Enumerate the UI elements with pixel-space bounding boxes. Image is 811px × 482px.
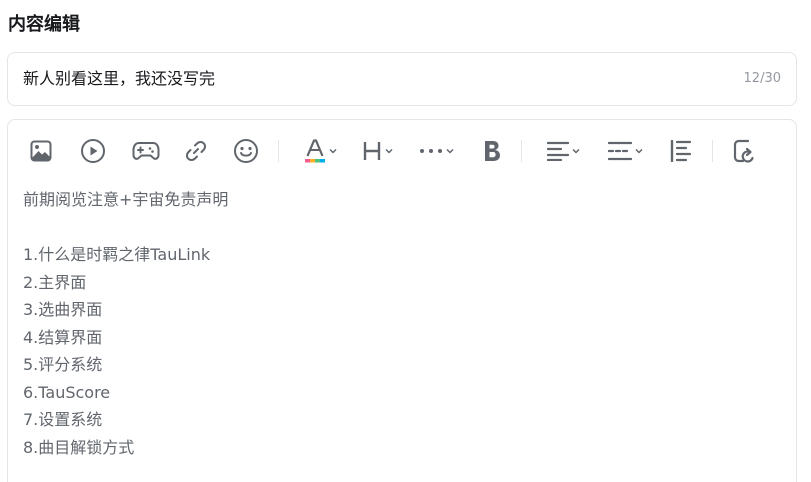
video-icon bbox=[81, 139, 105, 163]
indent-icon bbox=[670, 140, 692, 162]
more-format-button[interactable] bbox=[417, 134, 457, 168]
align-button[interactable] bbox=[544, 134, 584, 168]
indent-button[interactable] bbox=[668, 134, 694, 168]
chevron-down-icon bbox=[572, 148, 580, 154]
content-line: 1.什么是时羁之律TauLink bbox=[23, 245, 211, 264]
editor-toolbar bbox=[26, 134, 786, 168]
toolbar-divider bbox=[278, 140, 279, 162]
chevron-down-icon bbox=[635, 148, 643, 154]
link-icon bbox=[185, 140, 207, 162]
title-char-counter: 12/30 bbox=[743, 71, 781, 86]
chevron-down-icon bbox=[329, 148, 337, 154]
content-line: 2.主界面 bbox=[23, 272, 87, 292]
text-color-icon bbox=[305, 139, 325, 163]
title-field[interactable]: 12/30 bbox=[7, 52, 797, 106]
text-color-button[interactable] bbox=[303, 134, 339, 168]
chevron-down-icon bbox=[385, 148, 393, 154]
title-input[interactable] bbox=[23, 53, 713, 105]
content-heading-line: 前期阅览注意+宇宙免责声明 bbox=[23, 190, 229, 209]
insert-game-button[interactable] bbox=[130, 134, 162, 168]
insert-image-button[interactable] bbox=[26, 134, 56, 168]
insert-emoji-button[interactable] bbox=[232, 134, 260, 168]
undo-button[interactable] bbox=[731, 134, 757, 168]
insert-link-button[interactable] bbox=[182, 134, 210, 168]
toolbar-divider bbox=[712, 140, 713, 162]
line-spacing-button[interactable] bbox=[606, 134, 646, 168]
heading-icon bbox=[363, 142, 381, 160]
undo-icon bbox=[733, 139, 754, 163]
content-line: 7.设置系统 bbox=[23, 410, 103, 429]
heading-button[interactable] bbox=[361, 134, 395, 168]
rich-text-editor: 前期阅览注意+宇宙免责声明 1.什么是时羁之律TauLink 2.主界面 3.选… bbox=[7, 119, 797, 482]
content-line: 4.结算界面 bbox=[23, 327, 103, 347]
gamepad-icon bbox=[132, 142, 160, 160]
bold-icon bbox=[485, 141, 500, 161]
line-spacing-icon bbox=[608, 141, 632, 161]
align-left-icon bbox=[547, 141, 569, 161]
content-line: 5.评分系统 bbox=[23, 355, 103, 374]
section-title: 内容编辑 bbox=[8, 14, 80, 35]
toolbar-divider bbox=[521, 140, 522, 162]
editor-content[interactable]: 前期阅览注意+宇宙免责声明 1.什么是时羁之律TauLink 2.主界面 3.选… bbox=[23, 186, 783, 461]
bold-button[interactable] bbox=[479, 134, 505, 168]
chevron-down-icon bbox=[446, 148, 454, 154]
insert-video-button[interactable] bbox=[78, 134, 108, 168]
image-icon bbox=[30, 140, 52, 162]
content-line: 6.TauScore bbox=[23, 382, 111, 402]
content-line: 3.选曲界面 bbox=[23, 300, 103, 319]
emoji-icon bbox=[234, 139, 258, 163]
content-line: 8.曲目解锁方式 bbox=[23, 437, 135, 457]
more-icon bbox=[420, 149, 442, 153]
